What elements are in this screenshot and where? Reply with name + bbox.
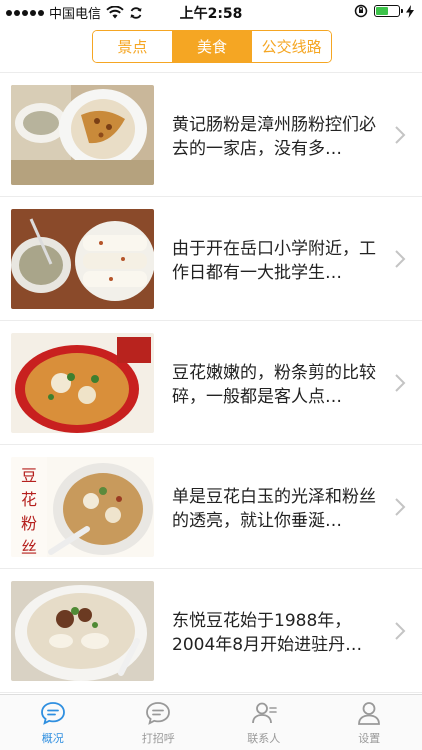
category-segmented-control: 景点 美食 公交线路	[92, 30, 332, 63]
svg-text:丝: 丝	[21, 538, 37, 557]
battery-icon	[374, 5, 403, 17]
rice-rolls-and-soup-photo	[11, 209, 154, 309]
tab-settings[interactable]: 设置	[317, 695, 422, 750]
chevron-right-icon	[395, 126, 406, 144]
contacts-icon	[251, 702, 277, 724]
svg-text:花: 花	[21, 490, 37, 509]
item-description: 单是豆花白玉的光泽和粉丝的透亮，就让你垂涎…	[172, 487, 376, 531]
list-item[interactable]: 黄记肠粉是漳州肠粉控们必去的一家店，没有多…	[0, 73, 422, 197]
tab-label: 设置	[358, 732, 381, 745]
chevron-right-icon	[395, 498, 406, 516]
svg-text:粉: 粉	[21, 514, 37, 533]
cheung-fun-plate-photo	[11, 85, 154, 185]
tofu-noodle-bowl-photo	[11, 333, 154, 433]
status-right	[354, 4, 414, 18]
tab-food[interactable]: 美食	[171, 31, 252, 62]
charging-bolt-icon	[406, 4, 414, 18]
chevron-right-icon	[395, 374, 406, 392]
tab-greet[interactable]: 打招呼	[106, 695, 212, 750]
tab-bus-routes[interactable]: 公交线路	[251, 31, 331, 62]
tab-contacts[interactable]: 联系人	[211, 695, 317, 750]
tab-overview[interactable]: 概况	[0, 695, 106, 750]
status-bar: 中国电信 上午2:58	[0, 0, 422, 24]
chevron-right-icon	[395, 622, 406, 640]
tofu-vermicelli-bowl-photo: 豆 花 粉 丝	[11, 457, 154, 557]
greet-bubble-icon	[146, 702, 171, 725]
tab-scenic-spots[interactable]: 景点	[93, 31, 172, 62]
tab-label: 联系人	[247, 732, 281, 745]
tab-label: 打招呼	[141, 732, 175, 745]
tab-label: 概况	[41, 732, 64, 745]
item-description: 东悦豆花始于1988年，2004年8月开始进驻丹…	[172, 611, 363, 655]
chevron-right-icon	[395, 250, 406, 268]
chat-bubble-icon	[40, 702, 65, 725]
list-item[interactable]: 由于开在岳口小学附近，工作日都有一大批学生…	[0, 197, 422, 321]
item-description: 由于开在岳口小学附近，工作日都有一大批学生…	[172, 239, 376, 283]
orientation-lock-icon	[354, 4, 368, 18]
food-list: 黄记肠粉是漳州肠粉控们必去的一家店，没有多… 由于开在岳口小学附近，工作日都有一…	[0, 72, 422, 694]
dongyue-tofu-bowl-photo	[11, 581, 154, 681]
person-settings-icon	[358, 702, 381, 725]
svg-text:豆: 豆	[21, 466, 37, 485]
list-item[interactable]: 东悦豆花始于1988年，2004年8月开始进驻丹…	[0, 569, 422, 693]
list-item[interactable]: 豆 花 粉 丝 单是豆花白玉的光泽和粉丝的透亮，就让你垂涎…	[0, 445, 422, 569]
bottom-tab-bar: 概况 打招呼 联系人 设置	[0, 694, 422, 750]
item-description: 豆花嫩嫩的，粉条剪的比较碎，一般都是客人点…	[172, 363, 376, 407]
item-description: 黄记肠粉是漳州肠粉控们必去的一家店，没有多…	[172, 115, 376, 159]
list-item[interactable]: 豆花嫩嫩的，粉条剪的比较碎，一般都是客人点…	[0, 321, 422, 445]
